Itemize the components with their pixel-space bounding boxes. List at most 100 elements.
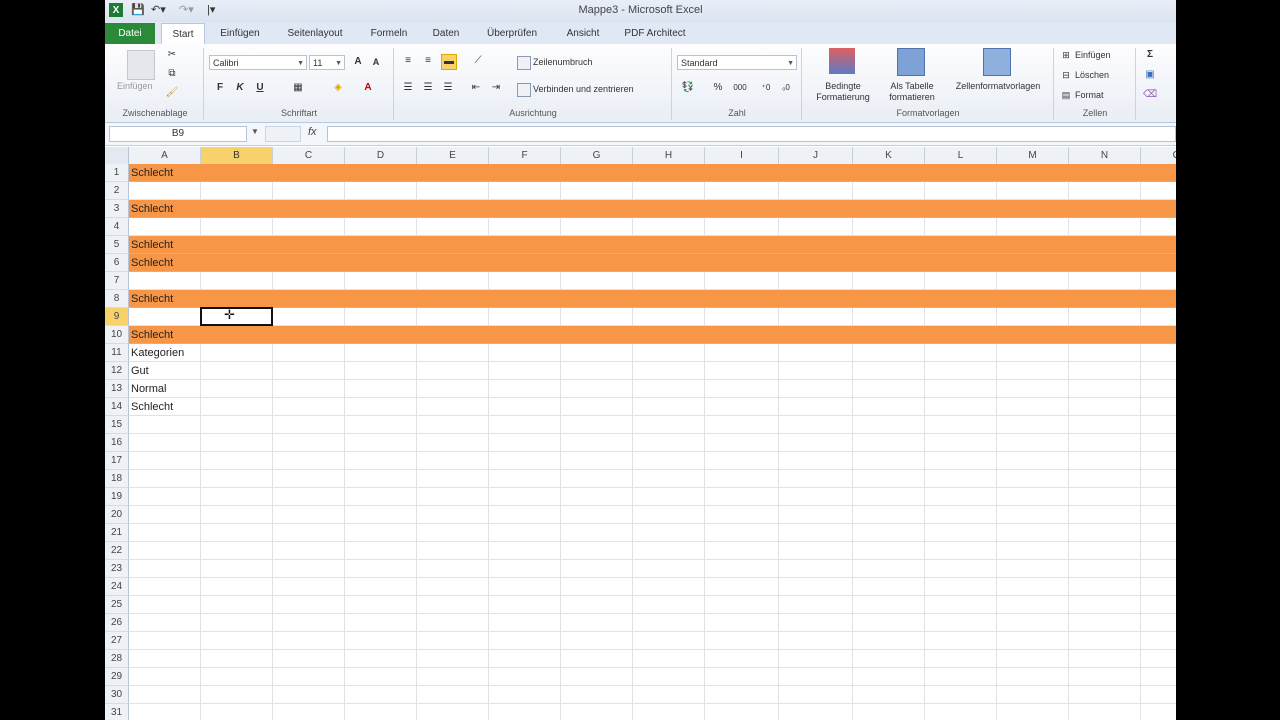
format-as-table-label-2[interactable]: formatieren (881, 92, 943, 103)
row-cells[interactable] (129, 182, 1176, 200)
row-cells[interactable] (129, 506, 1176, 524)
row-cells[interactable]: Schlecht (129, 236, 1176, 254)
row-header[interactable]: 4 (105, 218, 129, 236)
chevron-down-icon[interactable]: ▼ (251, 127, 259, 136)
column-header-a[interactable]: A (129, 147, 201, 164)
row-cells[interactable] (129, 272, 1176, 290)
row-header[interactable]: 29 (105, 668, 129, 686)
row-header[interactable]: 17 (105, 452, 129, 470)
row-header[interactable]: 27 (105, 632, 129, 650)
row-header[interactable]: 5 (105, 236, 129, 254)
row-header[interactable]: 25 (105, 596, 129, 614)
paste-button[interactable]: Einfügen (117, 81, 153, 92)
tab-formulas[interactable]: Formeln (359, 24, 419, 43)
row-header[interactable]: 2 (105, 182, 129, 200)
row-header[interactable]: 26 (105, 614, 129, 632)
row-cells[interactable] (129, 218, 1176, 236)
row-header[interactable]: 21 (105, 524, 129, 542)
column-header-c[interactable]: C (273, 147, 345, 164)
row-cells[interactable]: Schlecht (129, 290, 1176, 308)
row-header[interactable]: 15 (105, 416, 129, 434)
tab-review[interactable]: Überprüfen (475, 24, 549, 43)
row-cells[interactable] (129, 650, 1176, 668)
row-header[interactable]: 19 (105, 488, 129, 506)
grow-font-icon[interactable]: A (351, 55, 365, 69)
cut-icon[interactable]: ✂ (165, 48, 179, 62)
font-size-select[interactable]: 11 ▼ (309, 55, 345, 70)
column-header-m[interactable]: M (997, 147, 1069, 164)
fill-color-icon[interactable]: ◈ (331, 81, 345, 95)
row-cells[interactable] (129, 596, 1176, 614)
row-header[interactable]: 31 (105, 704, 129, 720)
column-header-o[interactable]: O (1141, 147, 1176, 164)
row-cells[interactable]: Schlecht (129, 326, 1176, 344)
percent-icon[interactable]: % (711, 81, 725, 95)
row-cells[interactable] (129, 704, 1176, 720)
tab-page-layout[interactable]: Seitenlayout (277, 24, 353, 43)
row-header[interactable]: 1 (105, 164, 129, 182)
row-header[interactable]: 7 (105, 272, 129, 290)
align-center-icon[interactable]: ☰ (421, 81, 435, 95)
row-header[interactable]: 11 (105, 344, 129, 362)
name-box[interactable]: B9 (109, 126, 247, 142)
row-cells[interactable] (129, 452, 1176, 470)
row-cells[interactable] (129, 470, 1176, 488)
column-header-g[interactable]: G (561, 147, 633, 164)
clear-icon[interactable]: ⌫ (1143, 88, 1157, 102)
row-header[interactable]: 12 (105, 362, 129, 380)
tab-data[interactable]: Daten (423, 24, 469, 43)
row-cells[interactable] (129, 614, 1176, 632)
underline-button[interactable]: U (253, 81, 267, 95)
select-all-button[interactable] (105, 147, 129, 164)
currency-icon[interactable]: 💱 (681, 81, 695, 95)
row-cells[interactable]: Gut (129, 362, 1176, 380)
column-header-h[interactable]: H (633, 147, 705, 164)
row-cells[interactable]: Kategorien (129, 344, 1176, 362)
format-cells-button[interactable]: Format (1075, 90, 1104, 101)
format-as-table-label-1[interactable]: Als Tabelle (885, 81, 939, 92)
insert-function-button[interactable]: fx (308, 126, 317, 138)
align-middle-icon[interactable]: ≡ (421, 54, 435, 68)
row-cells[interactable] (129, 434, 1176, 452)
row-cells[interactable]: Schlecht (129, 254, 1176, 272)
row-header[interactable]: 24 (105, 578, 129, 596)
column-header-i[interactable]: I (705, 147, 779, 164)
cell-styles-button[interactable]: Zellenformatvorlagen (947, 81, 1049, 92)
font-color-icon[interactable]: A (361, 81, 375, 95)
tab-home[interactable]: Start (161, 23, 205, 45)
decrease-indent-icon[interactable]: ⇤ (469, 81, 483, 95)
row-cells[interactable] (129, 632, 1176, 650)
row-cells[interactable] (129, 308, 1176, 326)
row-cells[interactable]: Schlecht (129, 164, 1176, 182)
align-top-icon[interactable]: ≡ (401, 54, 415, 68)
column-header-j[interactable]: J (779, 147, 853, 164)
orientation-icon[interactable]: ⟋ (471, 54, 485, 68)
row-cells[interactable] (129, 542, 1176, 560)
formula-input[interactable] (327, 126, 1176, 142)
tab-view[interactable]: Ansicht (555, 24, 611, 43)
row-cells[interactable] (129, 668, 1176, 686)
column-header-e[interactable]: E (417, 147, 489, 164)
row-cells[interactable] (129, 524, 1176, 542)
row-header[interactable]: 13 (105, 380, 129, 398)
tab-insert[interactable]: Einfügen (209, 24, 271, 43)
italic-button[interactable]: K (233, 81, 247, 95)
conditional-formatting-label-1[interactable]: Bedingte (819, 81, 867, 92)
increase-indent-icon[interactable]: ⇥ (489, 81, 503, 95)
row-header[interactable]: 18 (105, 470, 129, 488)
row-header[interactable]: 30 (105, 686, 129, 704)
row-cells[interactable]: Schlecht (129, 200, 1176, 218)
row-header[interactable]: 8 (105, 290, 129, 308)
wrap-text-button[interactable]: Zeilenumbruch (533, 57, 593, 68)
row-cells[interactable] (129, 578, 1176, 596)
column-header-d[interactable]: D (345, 147, 417, 164)
row-header[interactable]: 14 (105, 398, 129, 416)
align-right-icon[interactable]: ☰ (441, 81, 455, 95)
tab-file[interactable]: Datei (105, 23, 155, 44)
align-bottom-icon[interactable]: ▬ (441, 54, 457, 70)
row-cells[interactable]: Schlecht (129, 398, 1176, 416)
row-cells[interactable] (129, 560, 1176, 578)
paste-icon[interactable] (127, 50, 155, 80)
align-left-icon[interactable]: ☰ (401, 81, 415, 95)
copy-icon[interactable]: ⧉ (165, 67, 179, 81)
